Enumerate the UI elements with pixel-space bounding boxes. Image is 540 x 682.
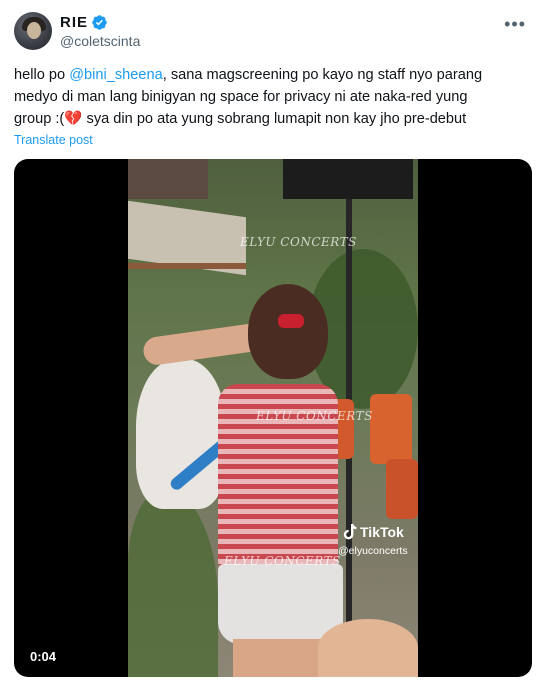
broken-heart-emoji: 💔 (64, 111, 83, 127)
verified-badge-icon (92, 15, 107, 30)
tiktok-note-icon (343, 524, 357, 540)
more-horizontal-icon[interactable]: ••• (504, 14, 526, 35)
scene-hand (318, 619, 418, 677)
mention-link[interactable]: @bini_sheena (69, 67, 163, 83)
tweet-line-1-start: hello po (14, 67, 70, 83)
translate-post-link[interactable]: Translate post (14, 133, 93, 147)
video-player[interactable]: ELYU CONCERTS ELYU CONCERTS ELYU CONCERT… (14, 159, 532, 677)
author-handle[interactable]: @coletscinta (60, 33, 140, 49)
tweet-header: RIE @coletscinta ••• (14, 12, 526, 52)
tweet-line-1: hello po @bini_sheena, sana magscreening… (14, 64, 529, 86)
video-duration: 0:04 (30, 649, 57, 664)
author-name-row[interactable]: RIE (60, 14, 108, 31)
tweet-text: hello po @bini_sheena, sana magscreening… (14, 64, 529, 130)
scene-legs (233, 639, 328, 677)
tweet-line-3-end: sya din po ata yung sobrang lumapit non … (82, 111, 467, 127)
scene-foliage-lower (128, 489, 218, 677)
tweet-line-3-start: group :( (14, 111, 65, 127)
video-watermark: ELYU CONCERTS (256, 409, 373, 423)
tweet-line-1-end: , sana magscreening po kayo ng staff nyo… (162, 67, 483, 83)
tiktok-handle: @elyuconcerts (338, 545, 408, 557)
tiktok-label: TikTok (360, 524, 404, 540)
tweet-line-2: medyo di man lang binigyan ng space for … (14, 89, 468, 105)
scene-hair-clip (278, 314, 304, 328)
video-frame[interactable]: ELYU CONCERTS ELYU CONCERTS ELYU CONCERT… (128, 159, 418, 677)
scene-roof (128, 159, 208, 199)
scene-hair (248, 284, 328, 379)
scene-chair (386, 459, 418, 519)
video-watermark: ELYU CONCERTS (240, 235, 357, 249)
avatar-face (27, 22, 41, 39)
author-display-name[interactable]: RIE (60, 14, 88, 31)
tweet-line-3: group :(💔 sya din po ata yung sobrang lu… (14, 108, 529, 130)
avatar[interactable] (14, 12, 52, 50)
scene-awning-stripe (128, 263, 246, 269)
scene-chair (370, 394, 412, 464)
video-watermark: ELYU CONCERTS (224, 554, 341, 568)
scene-speaker (283, 159, 413, 199)
tiktok-logo: TikTok (343, 524, 404, 540)
